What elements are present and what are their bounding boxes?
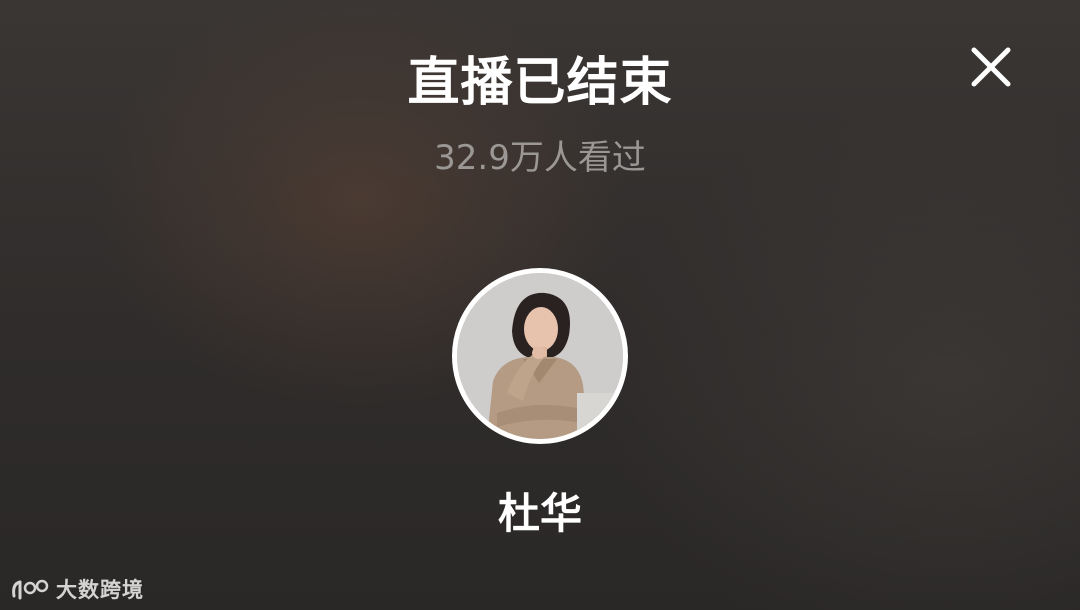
viewer-count: 32.9万人看过 [434,138,646,178]
avatar-portrait-image [457,273,623,439]
close-icon [971,47,1011,87]
host-name: 杜华 [497,489,582,538]
watermark-text: 大数跨境 [56,578,144,602]
watermark-logo-icon [12,579,49,600]
close-button[interactable] [968,44,1014,90]
watermark: 大数跨境 [10,574,144,604]
host-avatar[interactable] [452,268,628,444]
page-title: 直播已结束 [407,53,673,113]
